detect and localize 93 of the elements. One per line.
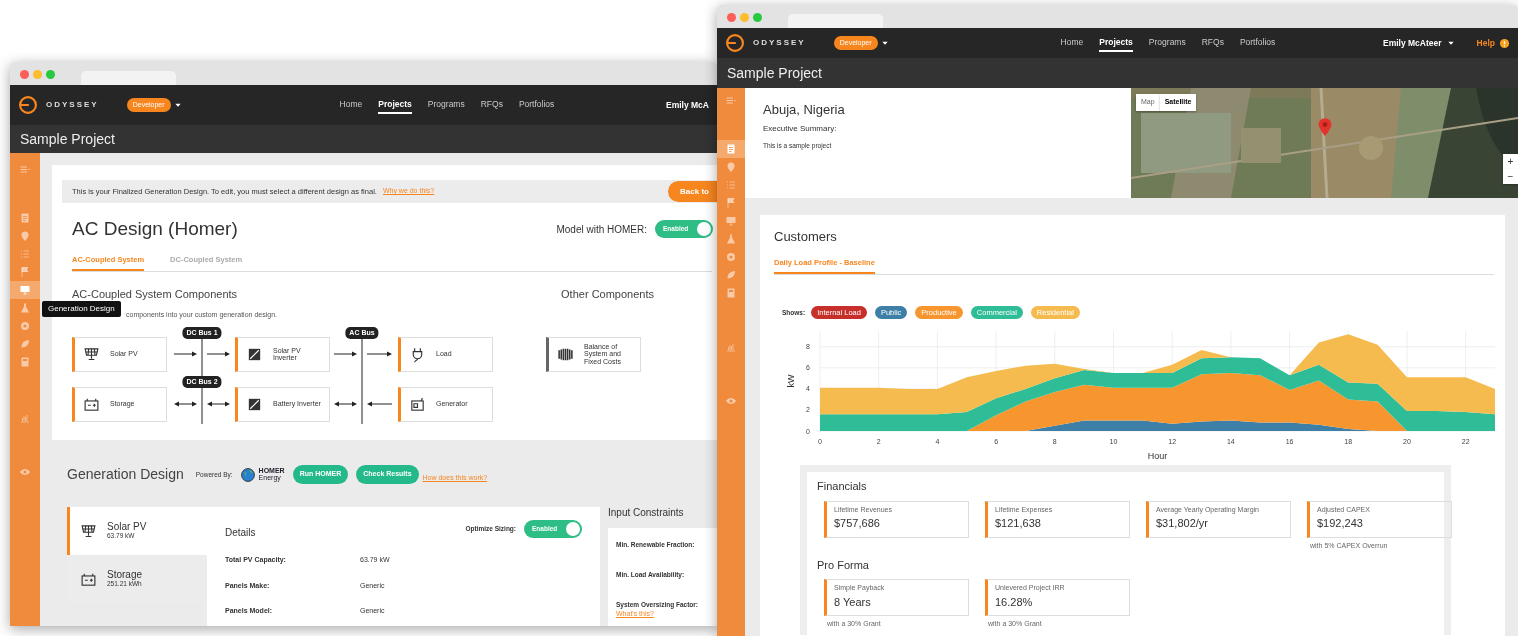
arrow	[207, 401, 230, 407]
arrow	[366, 351, 392, 357]
calculator-icon[interactable]	[19, 356, 31, 368]
browser-tab[interactable]	[81, 71, 176, 85]
help-icon[interactable]	[1499, 37, 1510, 49]
summary-label: Executive Summary:	[763, 122, 838, 135]
arrow	[206, 351, 230, 357]
leaf-icon[interactable]	[725, 269, 737, 281]
minimize-icon[interactable]	[740, 13, 749, 22]
arrow	[334, 401, 357, 407]
eye-icon[interactable]	[19, 466, 31, 478]
caret-icon[interactable]	[1446, 39, 1455, 47]
nav-link[interactable]: RFQs	[1201, 33, 1224, 53]
arrow	[173, 351, 197, 357]
nav-link[interactable]: Projects	[378, 95, 412, 115]
location-title: Abuja, Nigeria	[763, 101, 846, 119]
design-title: AC Design (Homer)	[72, 217, 238, 241]
nav-link[interactable]: Portfolios	[518, 95, 555, 115]
document-icon[interactable]	[725, 143, 737, 155]
toggle-label: Model with HOMER:	[556, 222, 647, 237]
flask-icon[interactable]	[19, 302, 31, 314]
nav-link[interactable]: Projects	[1099, 33, 1133, 53]
map-pin-icon[interactable]	[19, 230, 31, 242]
nav-link[interactable]: Programs	[1148, 33, 1186, 53]
metric-value: 8 Years	[834, 594, 872, 610]
list-icon[interactable]	[725, 179, 737, 191]
calculator-icon[interactable]	[725, 287, 737, 299]
caret-icon[interactable]	[173, 101, 182, 109]
component-name: Solar PV	[107, 522, 147, 533]
globe-icon	[240, 467, 255, 482]
flag-icon[interactable]	[19, 266, 31, 278]
monitor-icon[interactable]	[19, 284, 31, 296]
section-title: Other Components	[561, 286, 654, 302]
page-title: Sample Project	[727, 63, 822, 83]
nav-link[interactable]: Home	[339, 95, 363, 115]
arrow	[367, 401, 393, 407]
browser-tab[interactable]	[788, 14, 883, 28]
page-title: Sample Project	[20, 129, 115, 149]
document-icon[interactable]	[19, 212, 31, 224]
metric-value: $192,243	[1317, 516, 1364, 531]
help-link[interactable]: Help	[1476, 36, 1495, 50]
menu-icon[interactable]	[725, 95, 737, 107]
section-title: Input Constraints	[608, 506, 685, 520]
zoom-in-button[interactable]: +	[1503, 154, 1518, 169]
menu-icon[interactable]	[19, 164, 31, 176]
logo-icon[interactable]	[18, 95, 38, 115]
section-title: Pro Forma	[817, 557, 870, 573]
map-pin-icon[interactable]	[1318, 118, 1332, 137]
section-title: Generation Design	[67, 465, 184, 484]
axis-title: Hour	[1147, 451, 1168, 461]
map-pin-icon[interactable]	[725, 161, 737, 173]
logo-text: ODYSSEY	[46, 99, 99, 111]
metric-value: $121,638	[995, 516, 1042, 531]
zoom-out-button[interactable]: −	[1503, 169, 1518, 184]
logo-text: ODYSSEY	[753, 37, 806, 49]
section-title: Financials	[817, 479, 868, 494]
nav-link[interactable]: Portfolios	[1239, 33, 1276, 53]
nav-link[interactable]: Home	[1060, 33, 1084, 53]
nav-link[interactable]: Programs	[427, 95, 465, 115]
monitor-icon[interactable]	[725, 215, 737, 227]
solar-panel-icon	[80, 522, 97, 540]
user-menu[interactable]: Emily McAteer	[1383, 36, 1442, 50]
eye-icon[interactable]	[725, 395, 737, 407]
bar-chart-icon[interactable]	[19, 412, 31, 424]
component-name: Storage	[107, 570, 143, 581]
tooltip: Generation Design	[42, 301, 121, 317]
minimize-icon[interactable]	[33, 70, 42, 79]
close-icon[interactable]	[727, 13, 736, 22]
leaf-icon[interactable]	[19, 338, 31, 350]
flag-icon[interactable]	[725, 197, 737, 209]
generator-icon	[409, 395, 426, 413]
section-title: Customers	[774, 228, 838, 246]
list-icon[interactable]	[19, 248, 31, 260]
metric-value: $757,686	[834, 516, 881, 531]
section-title: AC-Coupled System Components	[72, 286, 238, 302]
flask-icon[interactable]	[725, 233, 737, 245]
metric-value: $31,802/yr	[1156, 516, 1209, 531]
metric-value: 16.28%	[995, 594, 1034, 610]
maximize-icon[interactable]	[753, 13, 762, 22]
maximize-icon[interactable]	[46, 70, 55, 79]
logo-icon[interactable]	[725, 33, 745, 53]
close-icon[interactable]	[20, 70, 29, 79]
nav-link[interactable]: RFQs	[480, 95, 503, 115]
gear-icon[interactable]	[19, 320, 31, 332]
gear-icon[interactable]	[725, 251, 737, 263]
axis-title: kW	[786, 374, 796, 388]
details-title: Details	[225, 526, 256, 540]
bar-chart-icon[interactable]	[725, 341, 737, 353]
caret-icon[interactable]	[880, 39, 889, 47]
arrow	[174, 401, 197, 407]
arrow	[333, 351, 357, 357]
solar-panel-icon	[83, 345, 100, 363]
user-menu[interactable]: Emily McA	[666, 98, 709, 112]
